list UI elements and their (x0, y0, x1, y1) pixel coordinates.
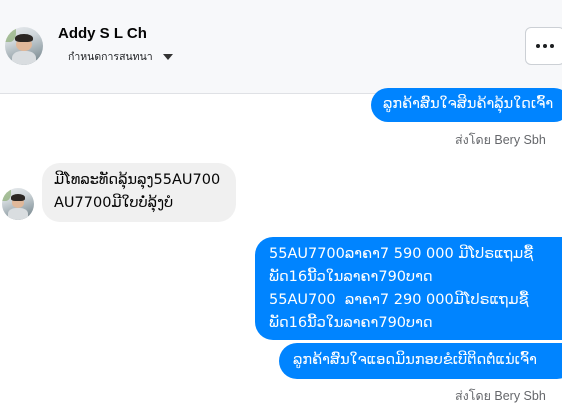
contact-name[interactable]: Addy S L Ch (58, 25, 147, 42)
message-bubble-incoming[interactable]: ມີໂທລະທັດລຸ້ນລຸງ55AU700 AU7700ມີໃບບໍ່ລຸ້… (42, 163, 236, 222)
sent-by-label: ส่งโดย Bery Sbh (455, 389, 546, 403)
caret-down-icon (162, 53, 173, 60)
conversation-settings-label: กำหนดการสนทนา (68, 51, 153, 63)
message-bubble-outgoing[interactable]: 55AU7700ລາຄາ7 590 000 ມີໂປຣແຖມຊື້ ພັດ16ນ… (255, 237, 562, 340)
message-bubble-outgoing[interactable]: ລູກຄ້າສົນໃຈແອດມິນກອບຂໍເບີຕິດຕໍ່ແນ່ເຈົ້າ (279, 343, 562, 379)
more-options-button[interactable] (525, 27, 562, 65)
sent-by-label: ส่งโดย Bery Sbh (455, 133, 546, 147)
contact-avatar-small[interactable] (2, 188, 34, 220)
contact-avatar[interactable] (5, 27, 43, 65)
conversation-header: Addy S L Ch กำหนดการสนทนา (0, 0, 562, 94)
message-bubble-outgoing[interactable]: ລູກຄ້າສົນໃຈສິນຄ້າລຸ້ນໃດເຈົ້າ (371, 88, 562, 122)
conversation-settings-dropdown[interactable]: กำหนดการสนทนา (68, 48, 173, 65)
more-dots-icon (536, 44, 540, 48)
